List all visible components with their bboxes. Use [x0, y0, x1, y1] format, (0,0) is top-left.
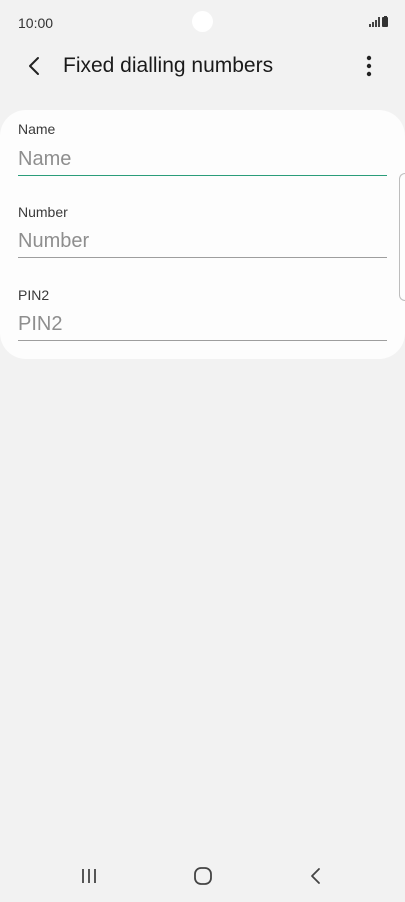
back-icon	[311, 868, 320, 884]
page-title: Fixed dialling numbers	[63, 54, 274, 77]
scroll-indicator[interactable]	[399, 173, 405, 301]
battery-icon	[382, 15, 388, 27]
home-button[interactable]	[185, 862, 221, 890]
nav-back-button[interactable]	[298, 862, 334, 890]
signal-icon	[369, 17, 380, 27]
phone-screen: 10:00 Fixed dialling numbers Name Name N…	[0, 0, 405, 902]
chevron-left-icon	[29, 57, 39, 75]
recents-button[interactable]	[71, 862, 107, 890]
recents-icon	[82, 869, 96, 883]
camera-cutout	[192, 11, 213, 32]
pin2-label: PIN2	[18, 287, 50, 303]
name-label: Name	[18, 121, 56, 137]
navigation-bar	[0, 852, 405, 900]
more-options-button[interactable]	[353, 50, 385, 82]
number-input[interactable]	[18, 226, 387, 258]
status-time: 10:00	[18, 15, 54, 31]
pin2-input[interactable]	[18, 309, 387, 341]
back-button[interactable]	[19, 50, 51, 82]
number-label: Number	[18, 204, 68, 220]
name-input[interactable]	[18, 143, 387, 176]
app-bar: Fixed dialling numbers	[0, 44, 405, 88]
more-vertical-icon	[366, 55, 372, 77]
home-icon	[194, 867, 212, 885]
form-card: Name Number PIN2	[0, 110, 405, 359]
status-bar: 10:00	[0, 0, 405, 44]
status-icons	[369, 15, 388, 27]
